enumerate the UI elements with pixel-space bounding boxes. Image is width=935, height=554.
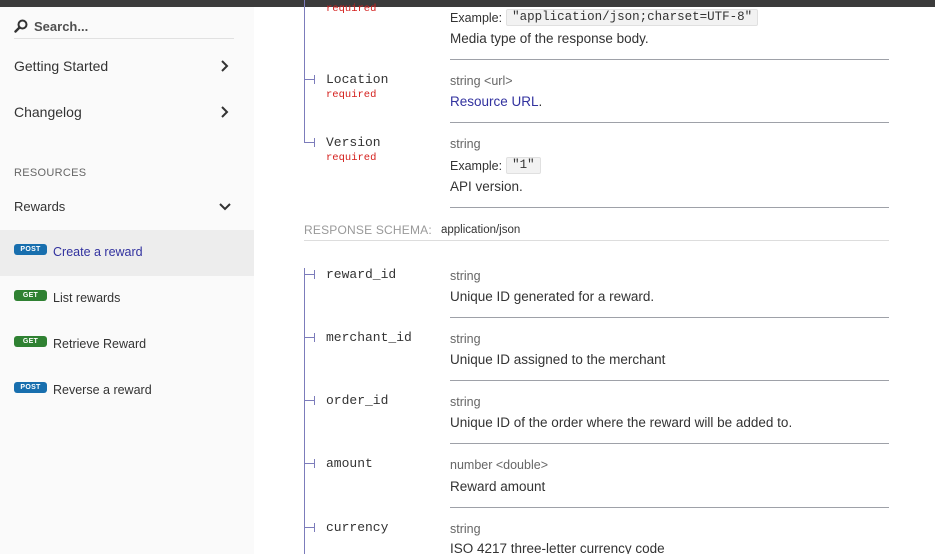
example-label: Example:	[450, 158, 503, 173]
tree-tick-end	[314, 138, 315, 147]
separator	[450, 59, 889, 60]
example-label: Example:	[450, 10, 503, 25]
separator	[450, 317, 889, 318]
tree-tick-end	[314, 396, 315, 405]
tree-tick	[304, 527, 314, 528]
tree-tick-end	[314, 270, 315, 279]
sidebar-item-label: Getting Started	[14, 58, 109, 74]
sidebar-op-retrieve-reward[interactable]: GET Retrieve Reward	[0, 322, 254, 368]
chevron-right-icon	[221, 106, 229, 118]
param-name-location: Location	[326, 72, 389, 87]
tree-tick-end	[314, 75, 315, 84]
required-label: required	[326, 152, 377, 164]
chevron-right-icon	[221, 60, 229, 72]
separator	[450, 380, 889, 381]
tree-tick	[304, 463, 314, 464]
op-label: List rewards	[53, 291, 121, 305]
example-content-type: Example: "application/json;charset=UTF-8…	[450, 9, 759, 26]
tree-tick	[304, 79, 314, 80]
field-name: amount	[326, 456, 373, 471]
field-type: string	[450, 522, 481, 536]
chevron-down-icon	[219, 203, 231, 211]
tree-tick-end	[314, 523, 315, 532]
sidebar: Getting Started Changelog RESOURCES Rewa…	[0, 7, 254, 554]
example-version: Example: "1"	[450, 157, 541, 174]
param-type: string	[450, 137, 481, 151]
op-label: Create a reward	[53, 245, 143, 259]
response-schema-content-type: application/json	[441, 224, 521, 236]
resource-url-link[interactable]: Resource URL	[450, 94, 539, 109]
sidebar-item-getting-started[interactable]: Getting Started	[0, 43, 254, 89]
schema-divider	[304, 240, 889, 241]
tree-line	[304, 268, 305, 554]
param-type: string <url>	[450, 74, 513, 88]
tree-tick	[304, 337, 314, 338]
param-name-version: Version	[326, 135, 381, 150]
method-badge: POST	[14, 382, 47, 393]
op-label: Retrieve Reward	[53, 337, 147, 351]
field-type: string	[450, 269, 481, 283]
method-badge: GET	[14, 290, 47, 301]
tree-tick	[304, 274, 314, 275]
example-value: "application/json;charset=UTF-8"	[506, 9, 759, 26]
field-type: number <double>	[450, 458, 548, 472]
field-type: string	[450, 332, 481, 346]
separator	[450, 207, 889, 208]
field-name: reward_id	[326, 267, 397, 282]
separator	[450, 443, 889, 444]
field-description: Unique ID generated for a reward.	[450, 289, 655, 304]
method-badge: POST	[14, 244, 47, 255]
param-description: Media type of the response body.	[450, 31, 649, 46]
search-box	[14, 15, 234, 39]
sidebar-op-create-reward[interactable]: POST Create a reward	[0, 230, 254, 276]
response-schema-label: RESPONSE SCHEMA:	[304, 223, 432, 237]
tree-tick	[304, 142, 314, 143]
field-description: Unique ID of the order where the reward …	[450, 415, 793, 430]
field-name: order_id	[326, 393, 389, 408]
tree-tick	[304, 400, 314, 401]
field-type: string	[450, 395, 481, 409]
separator	[450, 507, 889, 508]
field-description: Reward amount	[450, 479, 546, 494]
sidebar-group-rewards[interactable]: Rewards	[0, 183, 254, 229]
required-label: required	[326, 3, 377, 15]
search-input[interactable]	[34, 16, 234, 36]
field-name: merchant_id	[326, 330, 412, 345]
sidebar-item-label: Rewards	[14, 198, 66, 214]
field-description: ISO 4217 three-letter currency code	[450, 541, 665, 554]
param-description: API version.	[450, 179, 523, 194]
tree-tick-end	[314, 459, 315, 468]
section-title-resources: RESOURCES	[14, 167, 87, 179]
field-description: Unique ID assigned to the merchant	[450, 352, 666, 367]
sidebar-op-list-rewards[interactable]: GET List rewards	[0, 276, 254, 322]
sidebar-op-reverse-reward[interactable]: POST Reverse a reward	[0, 368, 254, 414]
tree-tick-end	[314, 333, 315, 342]
op-label: Reverse a reward	[53, 383, 152, 397]
param-description: Resource URL.	[450, 94, 543, 109]
example-value: "1"	[506, 157, 541, 174]
separator	[450, 122, 889, 123]
sidebar-item-label: Changelog	[14, 104, 82, 120]
field-name: currency	[326, 520, 389, 535]
sidebar-item-changelog[interactable]: Changelog	[0, 89, 254, 135]
main-content: required Example: "application/json;char…	[254, 0, 935, 554]
required-label: required	[326, 89, 377, 101]
search-icon	[14, 19, 28, 33]
method-badge: GET	[14, 336, 47, 347]
tree-line	[304, 0, 305, 142]
